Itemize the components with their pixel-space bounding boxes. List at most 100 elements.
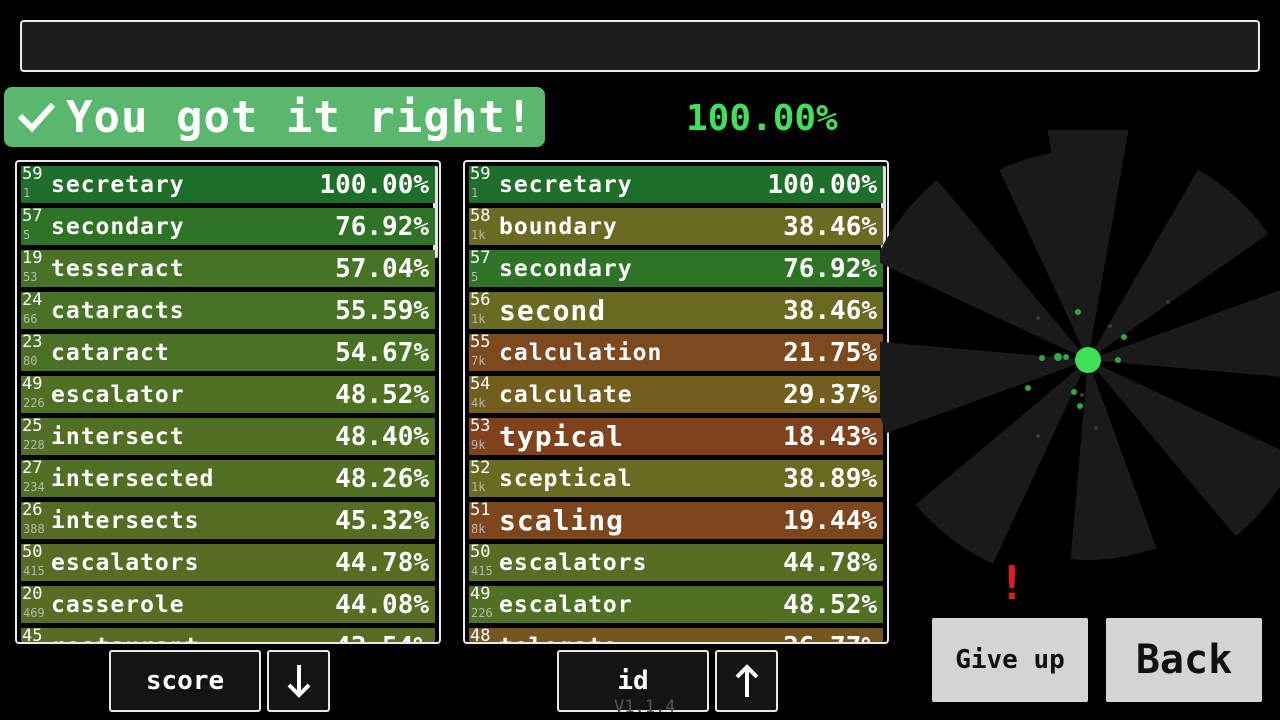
word-frequency: 1k (471, 228, 486, 242)
word-ids: 50 415 (21, 542, 51, 581)
word-similarity: 76.92% (335, 211, 429, 242)
list-item[interactable]: 20 469 casserole 44.08% (21, 584, 435, 623)
check-icon (17, 102, 56, 133)
word-similarity: 48.52% (335, 379, 429, 410)
list-item[interactable]: 51 8k scaling 19.44% (469, 500, 883, 539)
list-item[interactable]: 19 53 tesseract 57.04% (21, 248, 435, 287)
list-item[interactable]: 57 5 secondary 76.92% (469, 248, 883, 287)
guess-input[interactable] (20, 20, 1260, 72)
version-label: V1.1.4 (614, 697, 676, 717)
list-item[interactable]: 59 1 secretary 100.00% (469, 164, 883, 203)
word-text: casserole (51, 591, 185, 618)
word-frequency: 234 (23, 480, 45, 494)
list-item[interactable]: 49 226 escalator 48.52% (21, 374, 435, 413)
word-text: tesseract (51, 255, 185, 282)
word-similarity: 44.08% (335, 589, 429, 620)
radar-dot (1094, 426, 1098, 430)
radar-dot (1071, 389, 1077, 395)
word-text: second (499, 294, 607, 327)
word-similarity: 57.04% (335, 253, 429, 284)
word-frequency: 66 (23, 312, 38, 326)
list-item[interactable]: 58 1k boundary 38.46% (469, 206, 883, 245)
word-rank: 52 (470, 458, 491, 478)
list-item[interactable]: 52 1k sceptical 38.89% (469, 458, 883, 497)
list-item[interactable]: 53 9k typical 18.43% (469, 416, 883, 455)
word-similarity: 38.46% (783, 211, 877, 242)
arrow-down-icon (287, 665, 310, 698)
sort-direction-button-right[interactable] (715, 650, 778, 712)
word-similarity: 48.52% (783, 589, 877, 620)
word-frequency: 4k (471, 396, 486, 410)
word-rank: 57 (470, 248, 491, 268)
word-rank: 23 (22, 332, 43, 352)
list-item[interactable]: 25 228 intersect 48.40% (21, 416, 435, 455)
radar-dot (1063, 354, 1069, 360)
word-ids: 23 80 (21, 332, 51, 371)
word-rank: 24 (22, 290, 43, 310)
radar-dot (1054, 353, 1062, 361)
list-item[interactable]: 24 66 cataracts 55.59% (21, 290, 435, 329)
list-item[interactable]: 27 234 intersected 48.26% (21, 458, 435, 497)
word-rank: 59 (22, 164, 43, 184)
word-frequency: 415 (23, 564, 45, 578)
word-similarity: 38.89% (783, 463, 877, 494)
give-up-button[interactable]: Give up (932, 618, 1088, 702)
word-similarity: 48.40% (335, 421, 429, 452)
list-item[interactable]: 23 80 cataract 54.67% (21, 332, 435, 371)
word-text: escalator (499, 591, 633, 618)
radar-dot (1115, 357, 1121, 363)
word-ids: 51 8k (469, 500, 499, 539)
list-item[interactable]: 59 1 secretary 100.00% (21, 164, 435, 203)
word-similarity: 38.46% (783, 295, 877, 326)
list-item[interactable]: 26 388 intersects 45.32% (21, 500, 435, 539)
word-rank: 26 (22, 500, 43, 520)
word-text: cataract (51, 339, 170, 366)
word-rank: 48 (470, 626, 491, 644)
list-item[interactable]: 50 415 escalators 44.78% (21, 542, 435, 581)
word-rank: 25 (22, 416, 43, 436)
banner-text: You got it right! (66, 91, 534, 143)
word-text: cataracts (51, 297, 185, 324)
word-frequency: 5 (471, 270, 479, 284)
word-rank: 53 (470, 416, 491, 436)
word-similarity: 55.59% (335, 295, 429, 326)
guess-list-right[interactable]: 59 1 secretary 100.00% 58 1k boundary 38.46% 57 5… (463, 160, 889, 644)
word-rank: 27 (22, 458, 43, 478)
word-text: scaling (499, 504, 625, 537)
result-banner: You got it right! (4, 87, 545, 147)
list-item[interactable]: 45 restaurant 43.54% (21, 626, 435, 642)
list-item[interactable]: 48 telegate 26.77% (469, 626, 883, 644)
sort-field-button-left[interactable]: score (109, 650, 261, 712)
word-similarity: 29.37% (783, 379, 877, 410)
word-frequency: 415 (471, 564, 493, 578)
word-frequency: 1 (471, 186, 479, 200)
word-ids: 19 53 (21, 248, 51, 287)
list-item[interactable]: 54 4k calculate 29.37% (469, 374, 883, 413)
word-rank: 57 (22, 206, 43, 226)
word-frequency: 80 (23, 354, 38, 368)
word-similarity: 44.78% (783, 547, 877, 578)
word-ids: 57 5 (469, 248, 499, 287)
list-item[interactable]: 50 415 escalators 44.78% (469, 542, 883, 581)
sort-field-label: id (617, 666, 649, 696)
word-similarity: 100.00% (767, 169, 877, 200)
word-text: secretary (51, 171, 185, 198)
list-item[interactable]: 57 5 secondary 76.92% (21, 206, 435, 245)
word-ids: 27 234 (21, 458, 51, 497)
arrow-up-icon (735, 664, 758, 697)
radar-dot (1080, 393, 1084, 397)
word-frequency: 469 (23, 606, 45, 620)
list-item[interactable]: 56 1k second 38.46% (469, 290, 883, 329)
radar-dot (1036, 434, 1040, 438)
word-frequency: 8k (471, 522, 486, 536)
back-button[interactable]: Back (1106, 618, 1262, 702)
word-frequency: 7k (471, 354, 486, 368)
guess-list-left[interactable]: 59 1 secretary 100.00% 57 5 secondary 76.92% 19 5… (15, 160, 441, 644)
sort-direction-button-left[interactable] (267, 650, 330, 712)
word-similarity: 45.32% (335, 505, 429, 536)
list-item[interactable]: 55 7k calculation 21.75% (469, 332, 883, 371)
word-similarity: 26.77% (783, 632, 883, 643)
word-text: boundary (499, 213, 618, 240)
word-ids: 48 (469, 626, 499, 644)
list-item[interactable]: 49 226 escalator 48.52% (469, 584, 883, 623)
